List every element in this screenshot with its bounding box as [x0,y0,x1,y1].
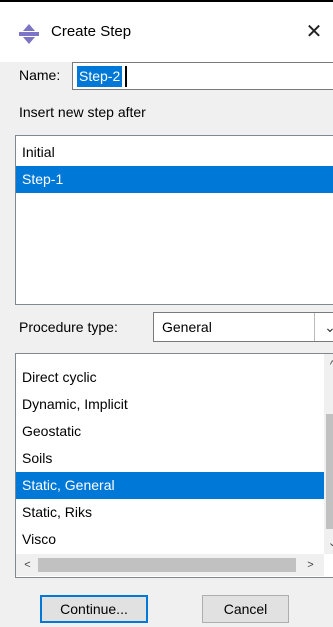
title-bar: Create Step ✕ [0,0,333,62]
name-value: Step-2 [77,66,123,87]
procedure-item-soils[interactable]: Soils [16,445,333,472]
procedure-type-select[interactable]: General ⌄ [153,312,333,342]
scroll-up-icon[interactable]: ^ [324,354,333,376]
procedure-type-value: General [162,319,212,335]
step-list[interactable]: Initial Step-1 [15,135,333,305]
procedure-type-label: Procedure type: [19,319,118,335]
top-border [0,0,333,2]
window-title: Create Step [51,23,132,40]
procedure-item-direct-cyclic[interactable]: Direct cyclic [16,364,333,391]
scroll-down-icon[interactable]: ⌄ [324,532,333,554]
chevron-down-icon[interactable]: ⌄ [314,313,333,341]
continue-button[interactable]: Continue... [40,595,148,623]
procedure-item-geostatic[interactable]: Geostatic [16,418,333,445]
step-list-item-step-1[interactable]: Step-1 [16,166,333,193]
horizontal-scrollbar[interactable]: < > [16,554,324,576]
cancel-button[interactable]: Cancel [202,595,289,623]
scroll-left-icon[interactable]: < [19,554,36,576]
horizontal-scroll-thumb[interactable] [38,558,296,572]
vertical-scroll-thumb[interactable] [326,414,333,529]
scroll-right-icon[interactable]: > [302,554,319,576]
text-caret [125,66,127,87]
procedure-item-visco[interactable]: Visco [16,526,333,553]
vertical-scrollbar[interactable]: ^ ⌄ [324,354,333,554]
procedure-list[interactable]: Direct cyclic Dynamic, Implicit Geostati… [15,353,333,578]
name-input[interactable]: Step-2 [72,62,333,90]
name-label: Name: [19,67,61,83]
step-icon [19,24,39,44]
procedure-item-dynamic-implicit[interactable]: Dynamic, Implicit [16,391,333,418]
insert-after-label: Insert new step after [19,104,146,120]
procedure-item-static-riks[interactable]: Static, Riks [16,499,333,526]
procedure-item-static-general[interactable]: Static, General [16,472,324,499]
step-list-item-initial[interactable]: Initial [16,139,333,166]
close-icon[interactable]: ✕ [300,18,328,46]
